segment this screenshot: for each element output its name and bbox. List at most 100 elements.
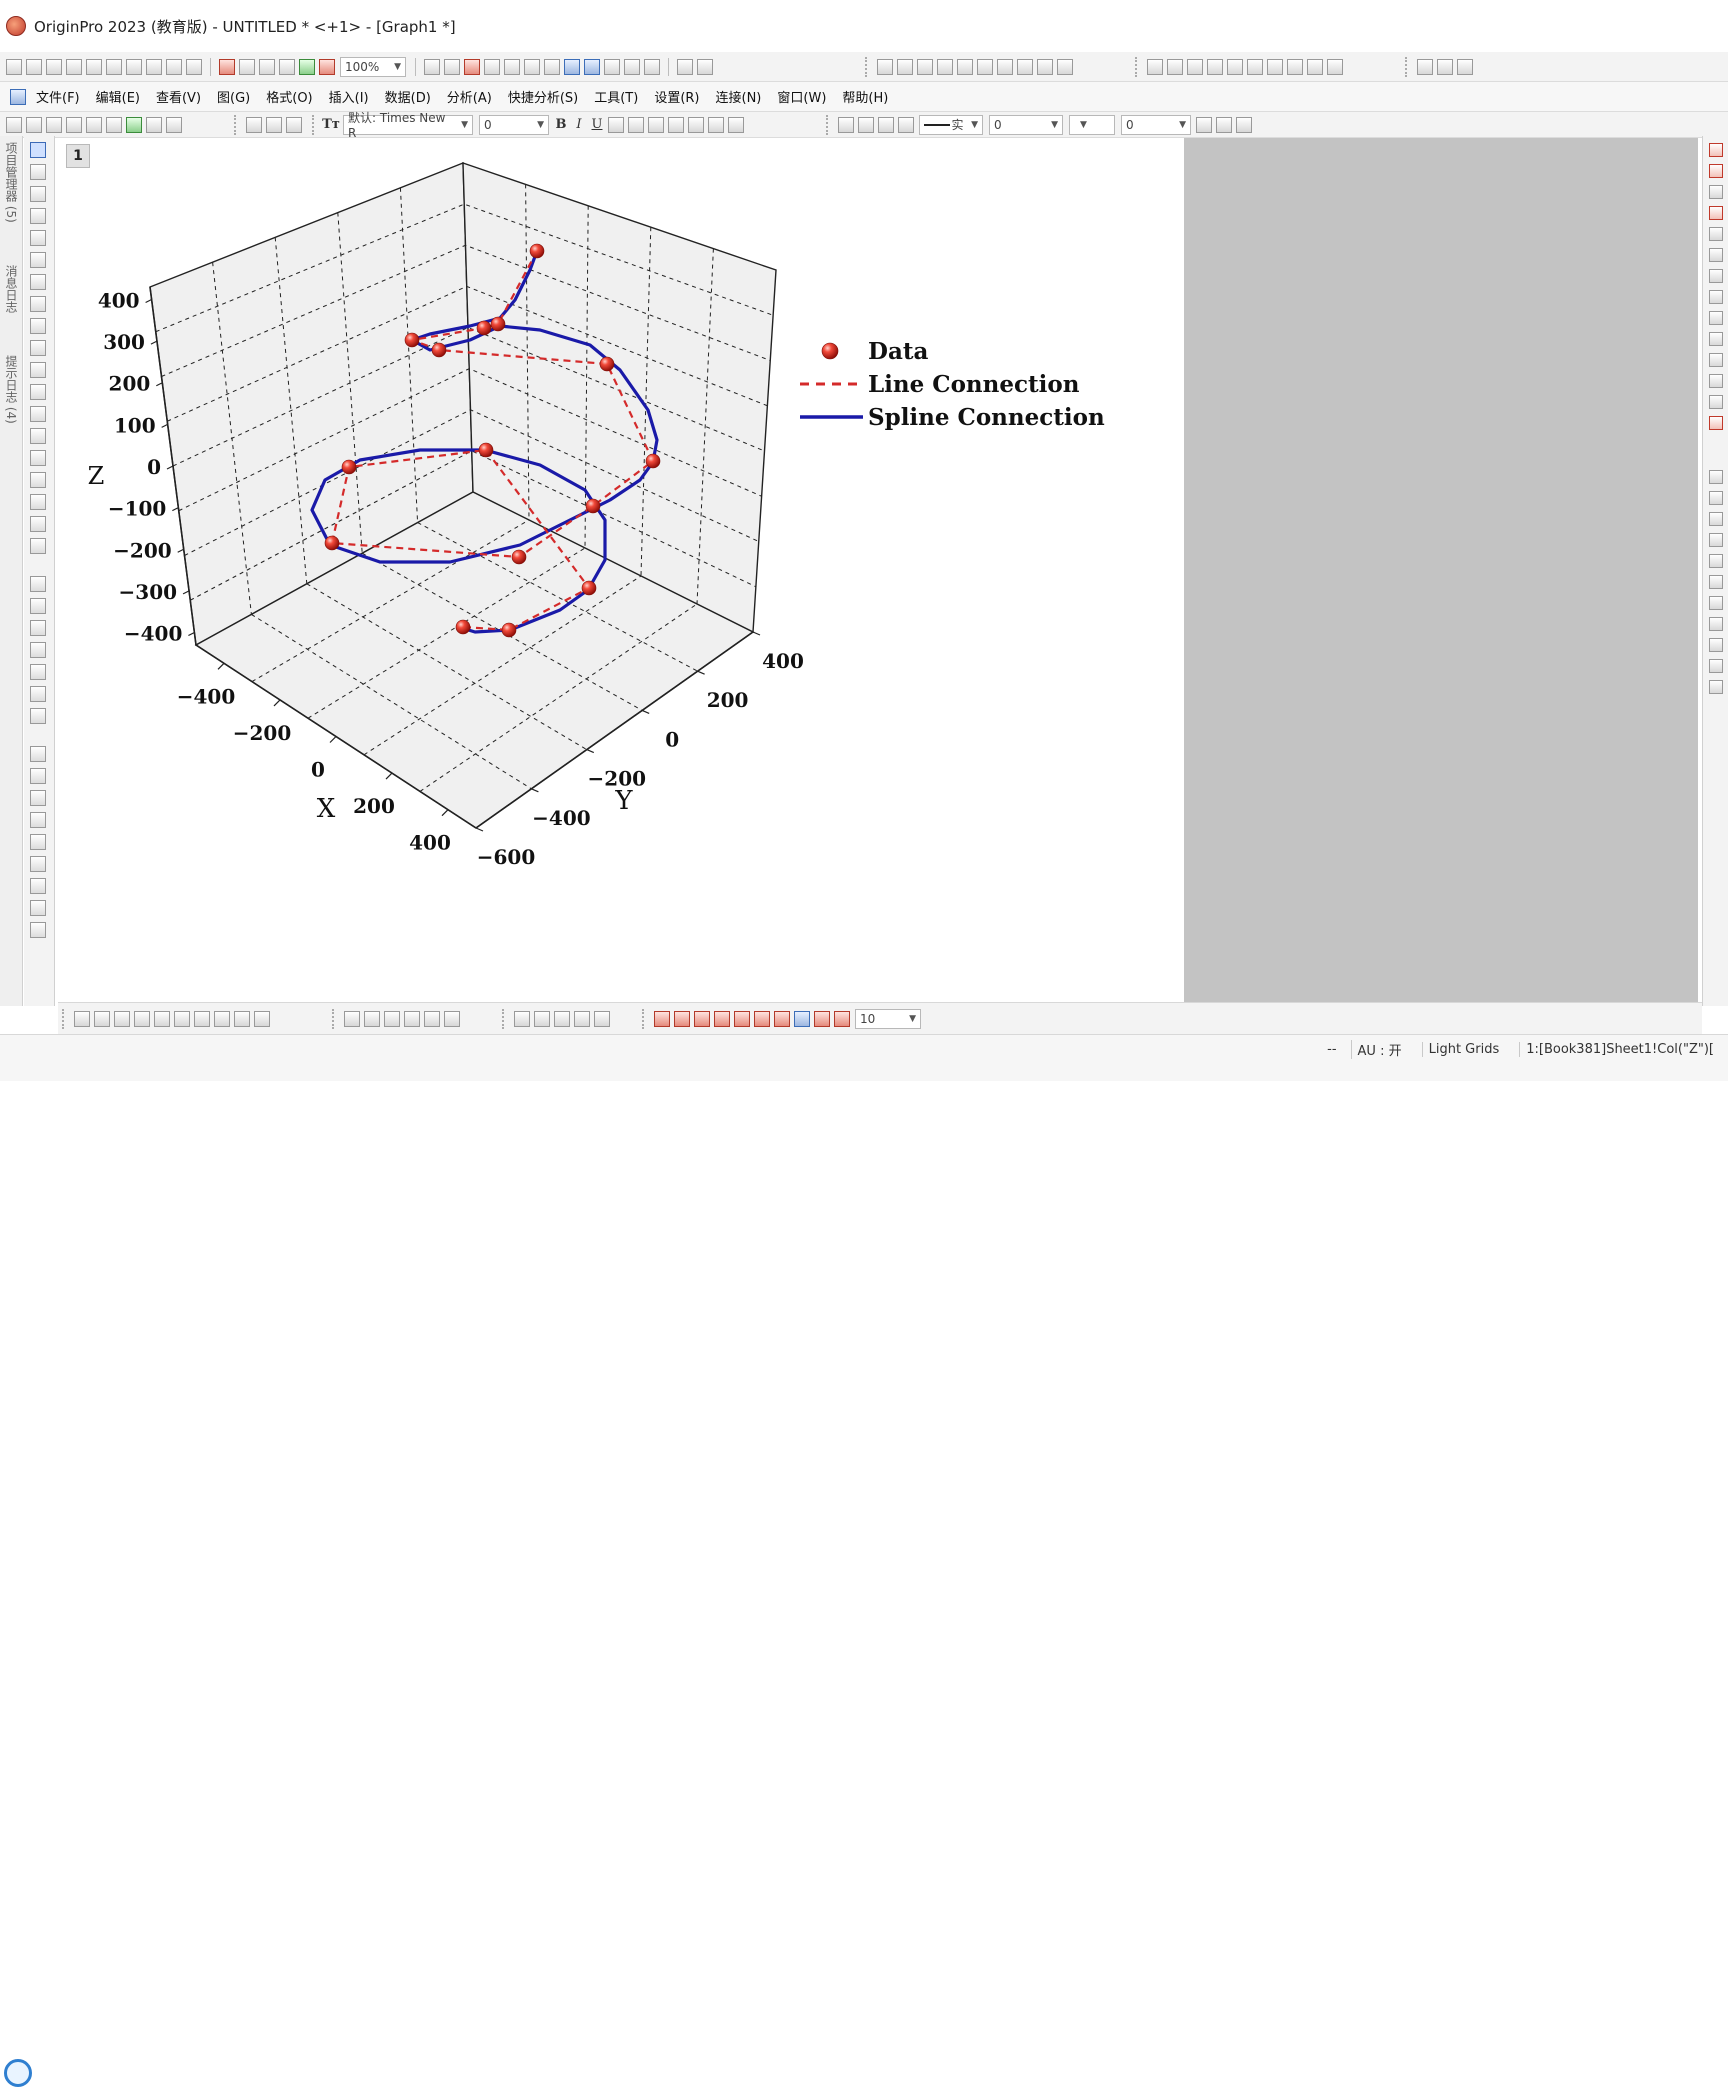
border-width-combo[interactable]: 0 ▼ xyxy=(1121,114,1191,135)
text-tool-icon[interactable] xyxy=(30,340,46,356)
insert-tool-icon[interactable] xyxy=(30,362,46,378)
cut-icon[interactable] xyxy=(246,116,262,133)
paste-icon[interactable] xyxy=(286,116,302,133)
3d-matrix-icon[interactable] xyxy=(444,1011,460,1027)
grid-tool-icon[interactable] xyxy=(30,922,46,938)
new-graph-icon[interactable] xyxy=(66,58,82,75)
new-matrix-icon[interactable] xyxy=(86,58,102,75)
export-graph-icon[interactable] xyxy=(146,116,162,133)
fit-icon[interactable] xyxy=(30,620,46,636)
pin-icon[interactable] xyxy=(30,708,46,724)
set-z-icon[interactable] xyxy=(1207,58,1223,75)
double-y-icon[interactable] xyxy=(234,1011,250,1027)
symbol-square-icon[interactable] xyxy=(754,1011,770,1027)
rectangle-tool-icon[interactable] xyxy=(30,428,46,444)
data-reader-icon[interactable] xyxy=(30,230,46,246)
font-color-icon[interactable] xyxy=(728,116,744,133)
symbol-sphere-icon[interactable] xyxy=(834,1011,850,1027)
ungroup-icon[interactable] xyxy=(1709,680,1723,694)
mask-icon[interactable] xyxy=(30,318,46,334)
increase-font-icon[interactable] xyxy=(668,116,684,133)
plot-scatter-icon[interactable] xyxy=(1709,185,1723,199)
zoom-out-icon[interactable] xyxy=(30,186,46,202)
bold-button[interactable]: B xyxy=(552,117,570,132)
set-xy-icon[interactable] xyxy=(1147,58,1163,75)
group-icon[interactable] xyxy=(1709,659,1723,673)
notes-tool-icon[interactable] xyxy=(30,900,46,916)
scatter-plot-icon[interactable] xyxy=(94,1011,110,1027)
new-notes-icon[interactable] xyxy=(146,58,162,75)
plot-pie-icon[interactable] xyxy=(1709,395,1723,409)
line-plot-icon[interactable] xyxy=(74,1011,90,1027)
command-window-icon[interactable] xyxy=(504,58,520,75)
menu-insert[interactable]: 插入(I) xyxy=(321,87,377,106)
fill-color-icon[interactable] xyxy=(838,116,854,133)
plot-polar-icon[interactable] xyxy=(1709,353,1723,367)
filter-icon[interactable] xyxy=(1017,58,1033,75)
annotation-icon[interactable] xyxy=(30,252,46,268)
rotate-icon[interactable] xyxy=(30,274,46,290)
menu-data[interactable]: 数据(D) xyxy=(377,87,439,106)
plot-vector-icon[interactable] xyxy=(1709,416,1723,430)
set-error-icon[interactable] xyxy=(1227,58,1243,75)
code-builder-icon[interactable] xyxy=(464,58,480,75)
tab-hint-log[interactable]: 提示日志 (4) xyxy=(3,349,20,430)
statistics-icon[interactable] xyxy=(897,58,913,75)
arrow-tool-icon[interactable] xyxy=(30,384,46,400)
menu-window[interactable]: 窗口(W) xyxy=(769,87,834,106)
layer-tool-icon[interactable] xyxy=(30,790,46,806)
line-style-combo[interactable]: 实 ▼ xyxy=(919,114,983,135)
save-template-icon[interactable] xyxy=(279,58,295,75)
import-icon[interactable] xyxy=(6,116,22,133)
fill-pattern-combo[interactable]: ▼ xyxy=(1069,114,1115,135)
new-layout-icon[interactable] xyxy=(126,58,142,75)
move-icon[interactable] xyxy=(30,686,46,702)
reapply-filter-icon[interactable] xyxy=(1057,58,1073,75)
same-width-icon[interactable] xyxy=(1709,575,1723,589)
new-sheet-icon[interactable] xyxy=(46,58,62,75)
new-project-icon[interactable] xyxy=(6,58,22,75)
plot-stack-icon[interactable] xyxy=(1709,227,1723,241)
template-icon[interactable] xyxy=(254,1011,270,1027)
connect-db-icon[interactable] xyxy=(106,116,122,133)
menu-settings[interactable]: 设置(R) xyxy=(646,87,707,106)
draw-data-icon[interactable] xyxy=(30,494,46,510)
scale-icon[interactable] xyxy=(30,516,46,532)
menu-graph[interactable]: 图(G) xyxy=(209,87,258,106)
screen-reader-icon[interactable] xyxy=(30,208,46,224)
highlight-icon[interactable] xyxy=(898,116,914,133)
font-size-combo[interactable]: 0 ▼ xyxy=(479,114,549,135)
menu-edit[interactable]: 编辑(E) xyxy=(88,87,148,106)
surface-plot-icon[interactable] xyxy=(344,1011,360,1027)
layer-arrange-icon[interactable] xyxy=(514,1011,530,1027)
forward-arrow-icon[interactable] xyxy=(30,598,46,614)
color-bars-icon[interactable] xyxy=(30,746,46,762)
pattern-color-icon[interactable] xyxy=(858,116,874,133)
line-color-icon[interactable] xyxy=(878,116,894,133)
new-workbook-icon[interactable] xyxy=(26,58,42,75)
border-icon[interactable] xyxy=(1216,116,1232,133)
underline-button[interactable]: U xyxy=(588,117,606,132)
arrange-icon[interactable] xyxy=(1417,58,1433,75)
search-tool-icon[interactable] xyxy=(30,878,46,894)
plot-matrix-icon[interactable] xyxy=(1709,332,1723,346)
print-icon[interactable] xyxy=(424,58,440,75)
column-plot-icon[interactable] xyxy=(134,1011,150,1027)
align-center-icon[interactable] xyxy=(1709,554,1723,568)
legend-tool-icon[interactable] xyxy=(30,812,46,828)
tab-message-log[interactable]: 消息日志 xyxy=(3,259,20,319)
axis-tool-icon[interactable] xyxy=(30,834,46,850)
circle-tool-icon[interactable] xyxy=(30,768,46,784)
plot-surface-icon[interactable] xyxy=(1709,311,1723,325)
align-top-icon[interactable] xyxy=(1709,512,1723,526)
remove-filter-icon[interactable] xyxy=(1037,58,1053,75)
add-point-icon[interactable] xyxy=(30,642,46,658)
new-function-icon[interactable] xyxy=(106,58,122,75)
project-explorer-icon[interactable] xyxy=(544,58,560,75)
plot-contour-icon[interactable] xyxy=(1709,290,1723,304)
object-manager-icon[interactable] xyxy=(564,58,580,75)
menu-format[interactable]: 格式(O) xyxy=(258,87,320,106)
histogram-icon[interactable] xyxy=(957,58,973,75)
edit-point-icon[interactable] xyxy=(30,664,46,680)
new-excel-icon[interactable] xyxy=(166,58,182,75)
